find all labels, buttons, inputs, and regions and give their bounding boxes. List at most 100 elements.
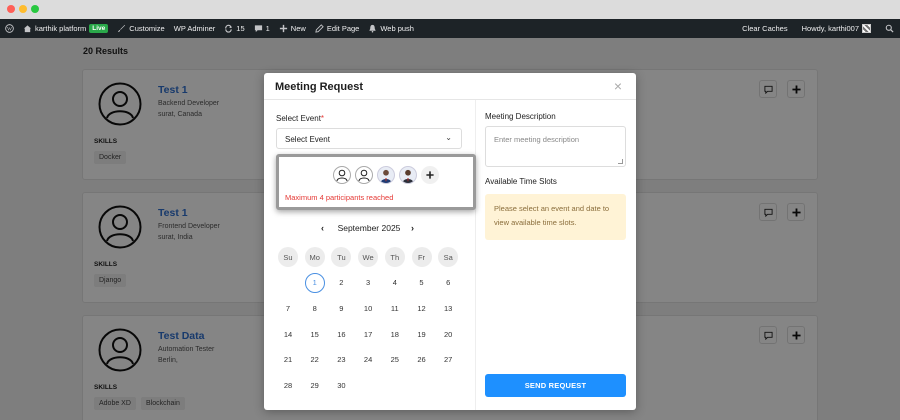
search-icon[interactable] (885, 24, 894, 33)
account-link[interactable]: Howdy, karthi007 (802, 24, 871, 33)
calendar-day[interactable]: 23 (331, 350, 351, 370)
participant-avatar[interactable] (333, 166, 351, 184)
updates-link[interactable]: 15 (224, 24, 245, 33)
customize-label: Customize (129, 24, 165, 33)
customize-link[interactable]: Customize (117, 24, 165, 33)
calendar-day[interactable]: 27 (438, 350, 458, 370)
calendar-day[interactable]: 11 (385, 298, 405, 318)
calendar-day[interactable]: 26 (412, 350, 432, 370)
calendar-day[interactable]: 2 (331, 273, 351, 293)
meeting-description-label: Meeting Description (485, 112, 556, 121)
meeting-description-textarea[interactable]: Enter meeting description (485, 126, 626, 167)
updates-count: 15 (236, 24, 245, 33)
calendar-day[interactable]: 7 (278, 298, 298, 318)
calendar-day[interactable]: 16 (331, 324, 351, 344)
close-icon[interactable]: × (612, 79, 624, 93)
select-event-label-text: Select Event (276, 114, 321, 123)
bell-icon (369, 24, 376, 33)
calendar-day[interactable]: 19 (412, 324, 432, 344)
wp-adminer-label: WP Adminer (173, 24, 216, 33)
calendar-day[interactable]: 1 (304, 272, 325, 293)
web-push-label: Web push (380, 24, 414, 33)
weekday-header: Tu (331, 247, 352, 267)
comments-link[interactable]: 1 (254, 24, 270, 33)
site-name: karthik platform (35, 24, 87, 33)
howdy-label: Howdy, karthi007 (801, 24, 859, 33)
calendar-day[interactable]: 6 (438, 273, 458, 293)
weekday-header: Mo (304, 247, 325, 267)
calendar-day[interactable]: 22 (305, 350, 325, 370)
window-close-dot[interactable] (7, 5, 15, 13)
column-divider (475, 100, 476, 410)
participants-list (333, 166, 439, 184)
select-event-value: Select Event (285, 135, 330, 144)
admin-bar-right: Clear Caches Howdy, karthi007 (728, 24, 900, 33)
select-event-label: Select Event* (276, 114, 324, 123)
calendar-day[interactable]: 12 (412, 298, 432, 318)
person-photo-icon (402, 169, 414, 183)
calendar-day[interactable]: 30 (331, 376, 351, 396)
site-name-link[interactable]: karthik platform Live (23, 24, 109, 33)
clear-caches-label: Clear Caches (742, 24, 788, 33)
refresh-icon (225, 24, 233, 33)
chevron-down-icon: ⌄ (445, 133, 452, 142)
participant-avatar[interactable] (377, 166, 395, 184)
weekday-header: Fr (411, 247, 432, 267)
brush-icon (118, 24, 126, 33)
browser-chrome (0, 0, 900, 19)
time-slots-label: Available Time Slots (485, 177, 557, 186)
calendar-day[interactable]: 25 (385, 350, 405, 370)
new-label: New (290, 24, 306, 33)
calendar-day[interactable]: 4 (385, 273, 405, 293)
calendar-day[interactable]: 20 (438, 324, 458, 344)
calendar-day[interactable]: 13 (438, 298, 458, 318)
calendar-day[interactable]: 14 (278, 324, 298, 344)
clear-caches-link[interactable]: Clear Caches (742, 24, 787, 33)
add-participant-button[interactable] (421, 166, 439, 184)
select-event-dropdown[interactable]: Select Event ⌄ (276, 128, 462, 149)
participant-avatar[interactable] (399, 166, 417, 184)
edit-page-link[interactable]: Edit Page (315, 24, 360, 33)
window-minimize-dot[interactable] (19, 5, 27, 13)
calendar-day[interactable]: 8 (305, 298, 325, 318)
weekday-header: Sa (438, 247, 459, 267)
calendar-day[interactable]: 18 (385, 324, 405, 344)
participants-box: Maximum 4 participants reached (276, 154, 476, 210)
calendar-day[interactable]: 17 (358, 324, 378, 344)
wordpress-logo-icon[interactable]: W (5, 24, 14, 33)
modal-header-divider (264, 99, 636, 100)
next-month-button[interactable]: › (411, 223, 414, 233)
person-photo-icon (380, 169, 392, 183)
home-icon (23, 25, 32, 33)
calendar-day[interactable]: 9 (331, 298, 351, 318)
weekday-header: We (358, 247, 379, 267)
wp-adminer-link[interactable]: WP Adminer (174, 24, 216, 33)
description-placeholder: Enter meeting description (494, 135, 580, 144)
calendar-day[interactable]: 29 (305, 376, 325, 396)
edit-page-label: Edit Page (326, 24, 360, 33)
plus-icon (426, 171, 434, 179)
resize-handle-icon[interactable] (618, 159, 623, 164)
calendar-day[interactable]: 24 (358, 350, 378, 370)
calendar-day[interactable]: 28 (278, 376, 298, 396)
window-maximize-dot[interactable] (31, 5, 39, 13)
modal-title: Meeting Request (275, 81, 364, 93)
participant-avatar[interactable] (355, 166, 373, 184)
calendar-day[interactable]: 21 (278, 350, 298, 370)
plus-icon (279, 24, 287, 33)
comments-count: 1 (265, 24, 270, 33)
pencil-icon (315, 24, 324, 33)
comment-icon (254, 25, 262, 33)
weekday-header: Th (384, 247, 405, 267)
participants-error: Maximum 4 participants reached (285, 193, 394, 202)
user-avatar-icon (358, 169, 370, 182)
calendar-day[interactable]: 10 (358, 298, 378, 318)
calendar-day[interactable]: 15 (305, 324, 325, 344)
web-push-link[interactable]: Web push (368, 24, 414, 33)
calendar-day[interactable]: 3 (358, 273, 378, 293)
new-content-link[interactable]: New (279, 24, 306, 33)
user-avatar (862, 24, 871, 33)
calendar-day[interactable]: 5 (412, 273, 432, 293)
weekday-header: Su (278, 247, 298, 267)
send-request-button[interactable]: SEND REQUEST (485, 374, 626, 397)
